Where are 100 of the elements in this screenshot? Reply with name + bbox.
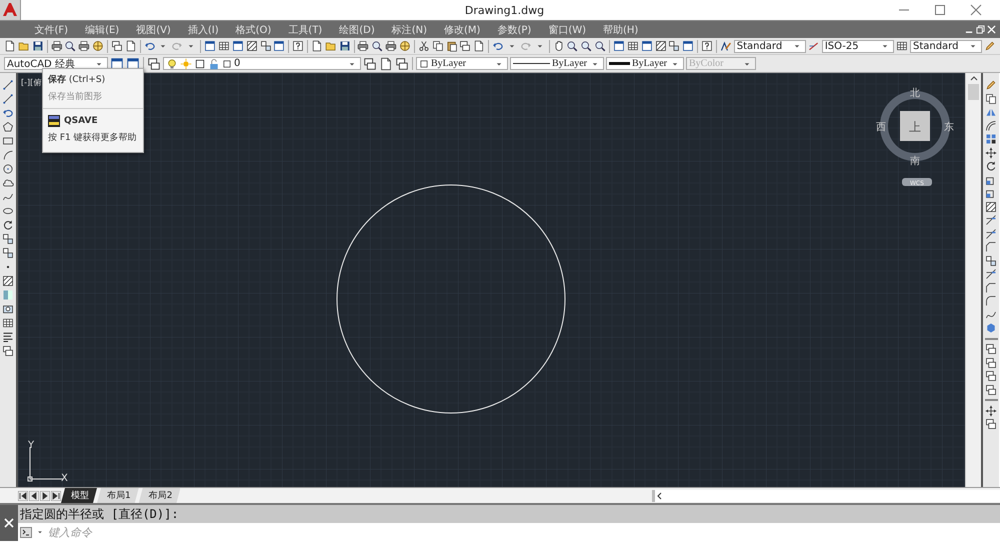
- menu-item[interactable]: 绘图(D): [330, 22, 384, 36]
- blocks-icon[interactable]: [2, 247, 14, 259]
- color-square-icon[interactable]: [222, 58, 232, 68]
- new-file-icon[interactable]: [379, 56, 393, 70]
- new-file-icon[interactable]: [473, 39, 486, 53]
- layout-tab[interactable]: 布局2: [138, 488, 180, 503]
- window-icon[interactable]: [232, 39, 244, 53]
- corner-icon[interactable]: [985, 241, 997, 253]
- line-icon[interactable]: [2, 79, 14, 91]
- layout-tab[interactable]: 模型: [61, 488, 97, 503]
- tab-nav-icon[interactable]: [29, 490, 39, 500]
- clipboard-icon[interactable]: [446, 39, 458, 53]
- table-style-dropdown[interactable]: Standard: [910, 40, 982, 52]
- printer-icon[interactable]: [385, 39, 398, 53]
- table-icon[interactable]: [626, 39, 639, 53]
- command-input[interactable]: 键入命令: [48, 526, 348, 538]
- window-icon[interactable]: [682, 39, 694, 53]
- line-icon[interactable]: [2, 93, 14, 105]
- magnifier-icon[interactable]: [371, 39, 384, 53]
- text-lines-icon[interactable]: [2, 331, 14, 343]
- circle-icon[interactable]: [2, 163, 14, 175]
- move-arrows-icon[interactable]: [985, 404, 997, 416]
- copy-icon[interactable]: [985, 92, 997, 104]
- menu-item[interactable]: 格式(O): [227, 22, 280, 36]
- table-icon[interactable]: [896, 39, 908, 53]
- help-icon[interactable]: [701, 39, 713, 53]
- menu-item[interactable]: 标注(N): [383, 22, 436, 36]
- printer-icon[interactable]: [50, 39, 62, 53]
- new-file-icon[interactable]: [124, 39, 137, 53]
- printer-icon[interactable]: [78, 39, 90, 53]
- arc-icon[interactable]: [2, 149, 14, 161]
- workspace-dropdown[interactable]: AutoCAD 经典: [4, 57, 108, 70]
- region-icon[interactable]: [2, 303, 14, 315]
- restore-icon[interactable]: [976, 25, 985, 34]
- menu-item[interactable]: 修改(M): [436, 22, 489, 36]
- magnifier-icon[interactable]: [594, 39, 606, 53]
- ellipse-icon[interactable]: [2, 205, 14, 217]
- menu-item[interactable]: 窗口(W): [540, 22, 595, 36]
- hatch-icon[interactable]: [246, 39, 258, 53]
- text-style-dropdown[interactable]: Standard: [734, 40, 806, 52]
- blocks-icon[interactable]: [260, 39, 272, 53]
- window-icon[interactable]: [640, 39, 653, 53]
- layers-icon[interactable]: [2, 345, 14, 357]
- undo-icon[interactable]: [2, 107, 14, 119]
- color-square-icon[interactable]: [194, 58, 206, 70]
- horizontal-scrollbar[interactable]: [652, 490, 1000, 502]
- color-dropdown[interactable]: ByLayer: [416, 57, 508, 70]
- trim-icon[interactable]: [985, 214, 997, 226]
- tab-nav-icon[interactable]: [18, 490, 28, 500]
- layers-icon[interactable]: [147, 56, 161, 70]
- window-icon[interactable]: [126, 56, 140, 70]
- menu-item[interactable]: 工具(T): [280, 22, 331, 36]
- rotate-icon[interactable]: [985, 160, 997, 172]
- corner-icon[interactable]: [985, 282, 997, 294]
- rectangle-icon[interactable]: [2, 135, 14, 147]
- hatch-icon[interactable]: [2, 275, 14, 287]
- prompt-icon[interactable]: [20, 526, 32, 538]
- save-icon[interactable]: [338, 39, 351, 53]
- tab-nav-icon[interactable]: [40, 490, 50, 500]
- app-logo-icon[interactable]: [0, 0, 21, 20]
- menu-item[interactable]: 参数(P): [488, 22, 540, 36]
- trim-icon[interactable]: [985, 268, 997, 280]
- brush-icon[interactable]: [720, 39, 732, 53]
- layers-icon[interactable]: [985, 343, 997, 355]
- pentagon-icon[interactable]: [2, 121, 14, 133]
- layers-icon[interactable]: [395, 56, 409, 70]
- tab-nav-icon[interactable]: [51, 490, 61, 500]
- magnifier-icon[interactable]: [580, 39, 592, 53]
- rotate-icon[interactable]: [2, 219, 14, 231]
- vertical-scrollbar[interactable]: [965, 73, 981, 487]
- move-arrows-icon[interactable]: [985, 146, 997, 158]
- table-icon[interactable]: [218, 39, 230, 53]
- cloud-icon[interactable]: [2, 177, 14, 189]
- dimension-style-dropdown[interactable]: ISO-25: [822, 40, 894, 52]
- layers-icon[interactable]: [985, 384, 997, 396]
- menu-item[interactable]: 文件(F): [26, 22, 77, 36]
- layers-icon[interactable]: [459, 39, 472, 53]
- menu-item[interactable]: 编辑(E): [76, 22, 128, 36]
- spline-icon[interactable]: [2, 191, 14, 203]
- window-icon[interactable]: [204, 39, 216, 53]
- scissors-icon[interactable]: [418, 39, 430, 53]
- lineweight-dropdown[interactable]: ByLayer: [606, 57, 684, 70]
- window-icon[interactable]: [110, 56, 124, 70]
- linetype-dropdown[interactable]: ByLayer: [510, 57, 604, 70]
- printer-icon[interactable]: [357, 39, 370, 53]
- blocks-icon[interactable]: [2, 233, 14, 245]
- color-square-icon[interactable]: [419, 58, 429, 68]
- layers-icon[interactable]: [985, 418, 997, 430]
- pencil-icon[interactable]: [985, 79, 997, 91]
- bulb-icon[interactable]: [166, 58, 178, 70]
- maximize-icon[interactable]: [934, 4, 946, 16]
- hatch-icon[interactable]: [985, 200, 997, 212]
- magnifier-icon[interactable]: [566, 39, 578, 53]
- close-icon[interactable]: [970, 4, 982, 16]
- save-icon[interactable]: [32, 39, 44, 53]
- offset-icon[interactable]: [985, 120, 997, 132]
- globe-icon[interactable]: [92, 39, 104, 53]
- copy-icon[interactable]: [432, 39, 444, 53]
- layers-icon[interactable]: [110, 39, 123, 53]
- blocks-icon[interactable]: [985, 254, 997, 266]
